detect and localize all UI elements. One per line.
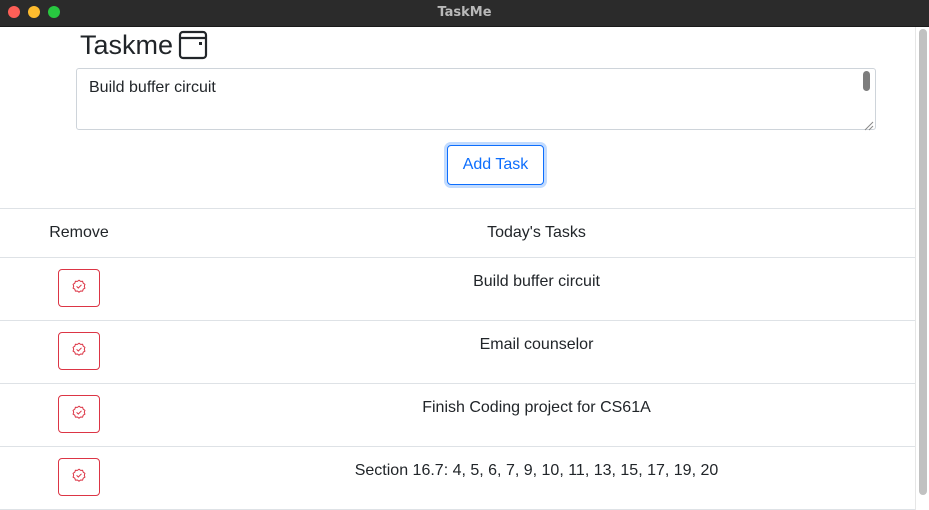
main-content: Taskme Build buffer circuit Add Task Rem… [0, 27, 915, 510]
check-badge-icon [71, 468, 87, 487]
table-row: Email counselor [0, 320, 915, 384]
task-table: Remove Today's Tasks Build buffer circui… [0, 208, 915, 510]
remove-task-button[interactable] [58, 332, 100, 370]
task-text: Email counselor [158, 320, 915, 384]
check-badge-icon [71, 279, 87, 298]
app-window-icon [178, 30, 208, 60]
table-header-row: Remove Today's Tasks [0, 208, 915, 258]
remove-cell [0, 383, 158, 447]
page-scrollbar[interactable] [915, 27, 929, 510]
remove-cell [0, 320, 158, 384]
task-text: Section 16.7: 4, 5, 6, 7, 9, 10, 11, 13,… [158, 446, 915, 510]
resize-grip-icon[interactable] [864, 118, 874, 131]
table-row: Finish Coding project for CS61A [0, 383, 915, 447]
task-input[interactable]: Build buffer circuit [76, 68, 876, 130]
remove-task-button[interactable] [58, 395, 100, 433]
app-header: Taskme [80, 29, 208, 61]
title-bar: TaskMe [0, 0, 929, 27]
input-scrollbar-thumb[interactable] [863, 71, 870, 91]
table-row: Section 16.7: 4, 5, 6, 7, 9, 10, 11, 13,… [0, 446, 915, 510]
window-title: TaskMe [437, 5, 492, 20]
tasks-column-header: Today's Tasks [158, 208, 915, 258]
remove-cell [0, 257, 158, 321]
table-row: Build buffer circuit [0, 257, 915, 321]
app-title: Taskme [80, 29, 174, 60]
remove-task-button[interactable] [58, 458, 100, 496]
check-badge-icon [71, 405, 87, 424]
check-badge-icon [71, 342, 87, 361]
remove-cell [0, 446, 158, 510]
task-text: Build buffer circuit [158, 257, 915, 321]
remove-column-header: Remove [0, 208, 158, 258]
add-task-button[interactable]: Add Task [447, 145, 544, 185]
page-scrollbar-thumb[interactable] [919, 29, 927, 495]
app-window: TaskMe Taskme Build buffer circuit Add T… [0, 0, 929, 510]
task-text: Finish Coding project for CS61A [158, 383, 915, 447]
remove-task-button[interactable] [58, 269, 100, 307]
